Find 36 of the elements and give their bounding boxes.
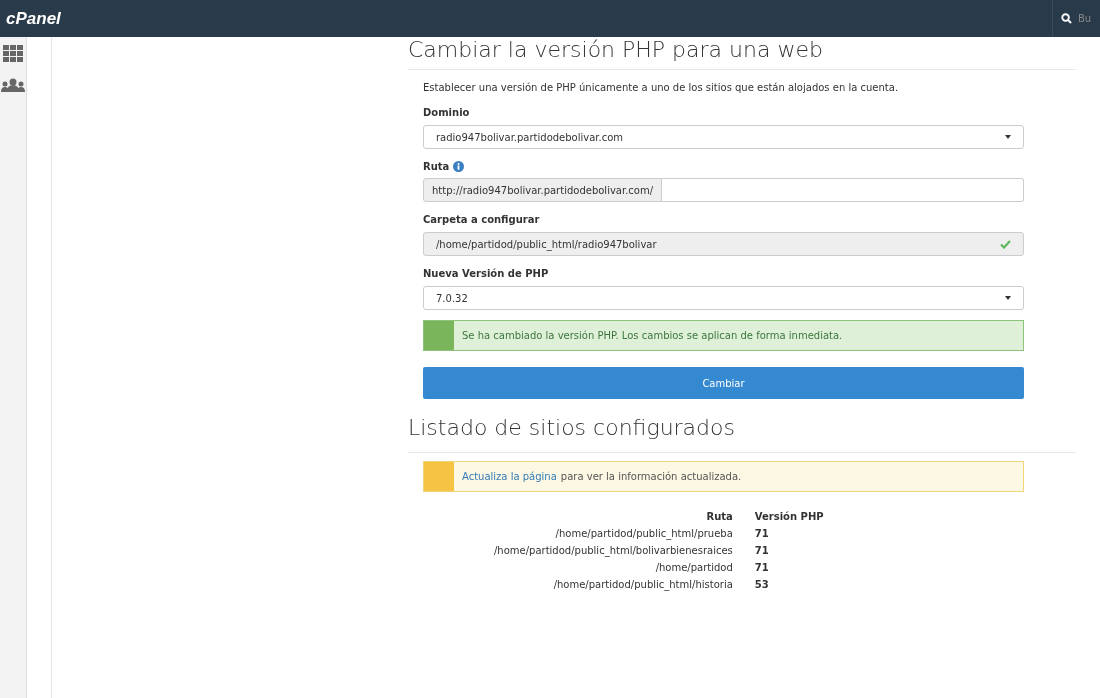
table-cell-text: 71 (753, 560, 770, 575)
caret-icon (1005, 296, 1011, 301)
field-label: Nueva Versión de PHP (423, 267, 550, 282)
field-label: Carpeta a configurar (423, 213, 541, 228)
search-field[interactable]: Bu (1076, 10, 1098, 27)
column-header: Ruta (705, 509, 734, 524)
alert-text: para ver la información actualizada. (560, 469, 742, 484)
alert-text: Se ha cambiado la versión PHP. Los cambios se aplican de forma inmediata. (462, 329, 843, 344)
field-label: Ruta (423, 160, 450, 175)
info-icon[interactable] (453, 161, 465, 173)
caret-icon (1005, 135, 1011, 140)
table-cell-text: 53 (753, 577, 770, 592)
grid-icon[interactable] (3, 45, 23, 62)
logo[interactable]: cPanel (0, 5, 61, 32)
description-text: Establecer una versión de PHP únicamente a uno de los sitios que están alojados en la cuenta. (423, 81, 900, 96)
users-icon[interactable] (1, 78, 25, 92)
section-title: Cambiar la versión PHP para una web (408, 37, 824, 64)
text-input-field[interactable] (662, 178, 1024, 203)
table-cell-text: /home/partidod/public_html/prueba (554, 526, 734, 542)
table-cell-text: 71 (753, 526, 770, 541)
section-title: Listado de sitios configurados (408, 415, 736, 442)
input-prefix: http://radio947bolivar.partidodebolivar.com/ (423, 178, 663, 203)
readonly-field: /home/partidod/public_html/radio947bolivar (423, 232, 1024, 257)
table-cell-text: 71 (753, 543, 770, 558)
column-header: Versión PHP (753, 509, 825, 524)
link[interactable]: Actualiza la página (462, 468, 557, 484)
status-stripe (424, 321, 454, 351)
table-cell-text: /home/partidod/public_html/historia (552, 577, 734, 593)
select-field[interactable]: radio947bolivar.partidodebolivar.com (423, 125, 1024, 150)
status-stripe (424, 461, 454, 491)
select-field[interactable]: 7.0.32 (423, 286, 1024, 311)
field-label: Dominio (423, 106, 471, 121)
submit-button[interactable]: Cambiar (423, 367, 1024, 400)
table-cell-text: /home/partidod (654, 560, 734, 575)
search-icon (1061, 13, 1072, 24)
table-cell-text: /home/partidod/public_html/bolivarbienesraices (493, 543, 734, 559)
